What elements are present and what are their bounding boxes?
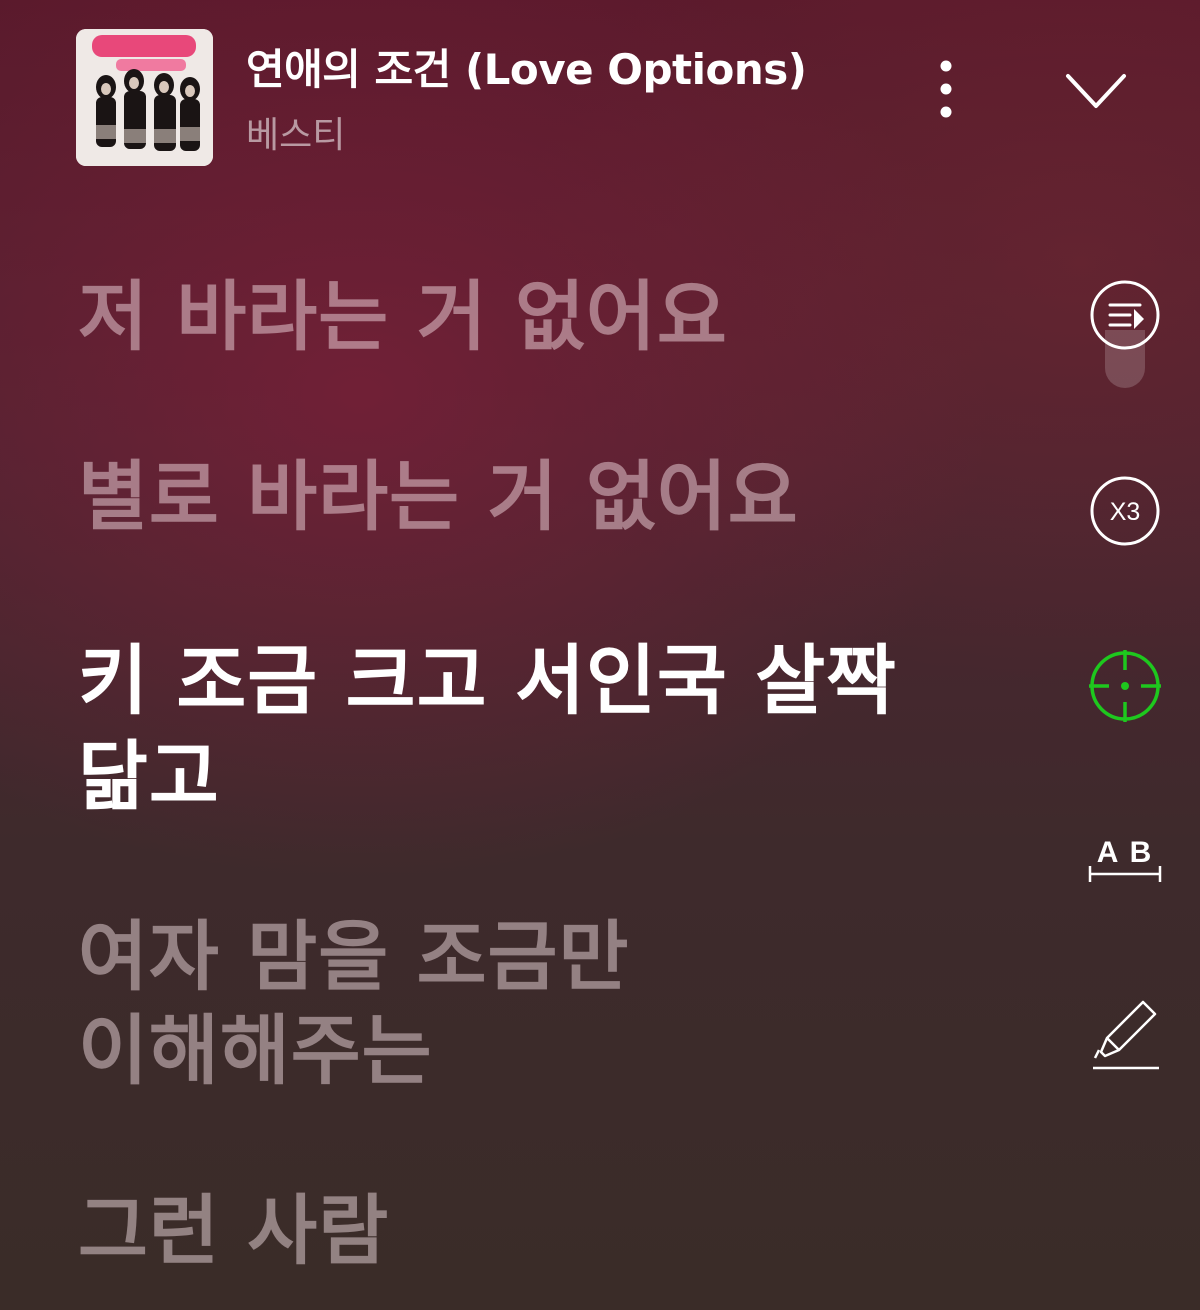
crosshair-icon <box>1089 650 1161 722</box>
collapse-button[interactable] <box>1060 62 1132 118</box>
album-art[interactable] <box>76 29 213 166</box>
album-cover-image <box>76 29 213 166</box>
ab-repeat-label: A B <box>1097 836 1154 869</box>
more-vertical-icon <box>940 60 952 118</box>
player-header: 연애의 조건 (Love Options) 베스티 <box>0 0 1200 190</box>
lyric-line[interactable]: 그런 사람 <box>78 1184 389 1278</box>
lyric-line[interactable]: 별로 바라는 거 없어요 <box>78 450 799 544</box>
artist-name[interactable]: 베스티 <box>246 106 345 158</box>
queue-button[interactable] <box>1080 278 1170 352</box>
song-title: 연애의 조건 (Love Options) <box>246 45 807 94</box>
ab-repeat-icon: A B <box>1088 836 1162 882</box>
locate-current-button[interactable] <box>1080 648 1170 724</box>
speed-icon: X3 <box>1090 476 1160 546</box>
lyric-line[interactable]: 여자 맘을 조금만 <box>78 910 629 1004</box>
lyric-line[interactable]: 저 바라는 거 없어요 <box>78 270 728 364</box>
highlighter-icon <box>1093 1000 1159 1070</box>
highlight-lyrics-button[interactable] <box>1080 990 1170 1074</box>
speed-button[interactable]: X3 <box>1080 474 1170 548</box>
speed-label: X3 <box>1110 498 1141 526</box>
lyric-line-current[interactable]: 닮고 <box>78 730 220 824</box>
lyric-line[interactable]: 이해해주는 <box>78 1004 433 1098</box>
lyric-line-current[interactable]: 키 조금 크고 서인국 살짝 <box>78 634 897 728</box>
side-toolbar: X3 A B <box>1080 270 1170 1100</box>
playlist-next-icon <box>1090 280 1160 350</box>
ab-repeat-button[interactable]: A B <box>1080 832 1170 888</box>
more-options-button[interactable] <box>920 52 972 128</box>
chevron-down-icon <box>1066 74 1126 108</box>
